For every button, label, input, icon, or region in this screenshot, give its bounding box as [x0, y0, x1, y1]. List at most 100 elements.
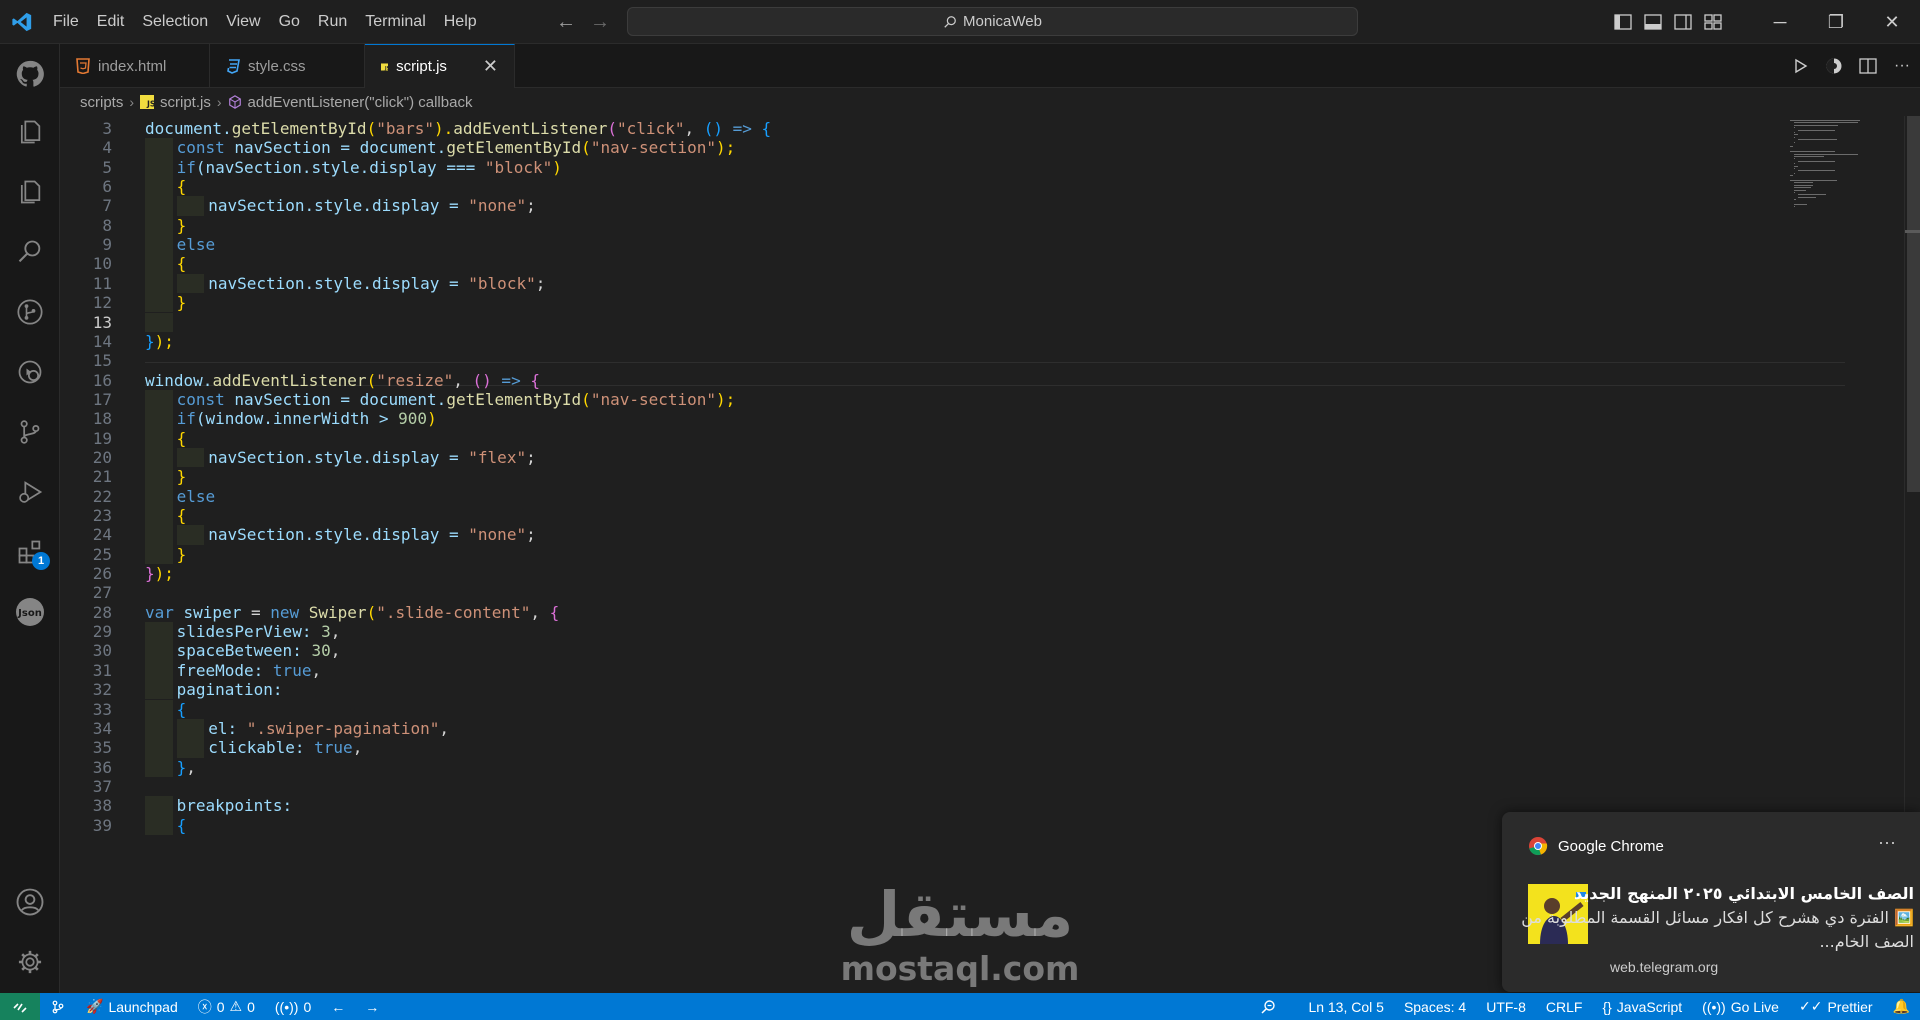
minimap-line: [1794, 199, 1797, 201]
line-number: 36: [92, 757, 112, 777]
go-live-button[interactable]: ((•)) Go Live: [1692, 993, 1789, 1020]
code-text: }: [177, 293, 187, 312]
minimap-line: [1794, 189, 1807, 191]
status-forward-icon[interactable]: →: [355, 993, 389, 1020]
breadcrumb-symbol[interactable]: addEventListener("click") callback: [248, 94, 473, 111]
rocket-icon: 🚀: [86, 998, 104, 1014]
notification-body: الصف الخامس الابتدائي ٢٠٢٥ المنهج الجديد…: [1502, 882, 1914, 954]
code-token: {: [176, 699, 187, 719]
customize-layout-icon[interactable]: [1698, 0, 1728, 44]
menu-terminal[interactable]: Terminal: [356, 7, 434, 37]
settings-gear-icon[interactable]: [0, 934, 60, 990]
indent-guide: [145, 447, 173, 468]
launchpad-label: Launchpad: [108, 998, 178, 1015]
menu-go[interactable]: Go: [270, 7, 309, 37]
line-number: 9: [102, 235, 112, 255]
status-back-icon[interactable]: ←: [321, 993, 355, 1020]
code-token: (: [366, 119, 377, 138]
cursor-position[interactable]: Ln 13, Col 5: [1286, 993, 1394, 1020]
code-token: getElementById: [446, 138, 582, 158]
scrollbar-thumb[interactable]: [1907, 116, 1920, 492]
minimap[interactable]: [1782, 116, 1902, 226]
problems-indicator[interactable]: ⓧ 0 ⚠ 0: [188, 993, 265, 1020]
split-editor-icon[interactable]: [1858, 56, 1878, 76]
tab-label: index.html: [98, 57, 167, 75]
menu-run[interactable]: Run: [309, 7, 356, 37]
github-icon[interactable]: [0, 46, 60, 102]
back-arrow-icon[interactable]: ←: [556, 11, 576, 34]
git-graph-status-icon[interactable]: [40, 993, 76, 1020]
indent-guide: [145, 138, 173, 158]
code-token: {: [176, 177, 187, 197]
command-center-search[interactable]: MonicaWeb: [627, 7, 1358, 36]
line-number: 38: [92, 796, 112, 816]
run-and-debug-icon[interactable]: [0, 464, 60, 520]
prettier-status[interactable]: ✓✓ Prettier: [1789, 993, 1883, 1020]
extensions-icon[interactable]: 1: [0, 524, 60, 580]
indent-guide: [145, 544, 173, 565]
search-icon[interactable]: [0, 224, 60, 280]
language-mode[interactable]: {} JavaScript: [1592, 993, 1692, 1020]
ports-indicator[interactable]: ((•)) 0: [265, 993, 321, 1020]
minimize-window-icon[interactable]: ─: [1752, 0, 1808, 44]
tab-style-css[interactable]: style.css: [210, 44, 365, 88]
toggle-secondary-sidebar-icon[interactable]: [1668, 0, 1698, 44]
menu-file[interactable]: File: [44, 7, 88, 37]
code-token: ;: [535, 273, 546, 293]
indent-guide: [145, 622, 173, 642]
compare-changes-icon[interactable]: [1824, 56, 1844, 76]
close-window-icon[interactable]: ✕: [1864, 0, 1920, 44]
notifications-bell-icon[interactable]: 🔔: [1883, 993, 1920, 1020]
launchpad-button[interactable]: 🚀 Launchpad: [76, 993, 188, 1020]
code-token: {: [761, 119, 772, 138]
go-live-label: Go Live: [1730, 998, 1779, 1015]
breadcrumb-file[interactable]: script.js: [160, 94, 211, 111]
line-number: 37: [92, 776, 112, 796]
git-graph-icon[interactable]: [0, 284, 60, 340]
indent-guide: [176, 447, 205, 468]
encoding-setting[interactable]: UTF-8: [1476, 993, 1536, 1020]
indent-guide: [145, 641, 173, 661]
close-tab-icon[interactable]: ✕: [483, 56, 498, 77]
run-code-play-icon[interactable]: [1790, 56, 1810, 76]
notification-title: الصف الخامس الابتدائي ٢٠٢٥ المنهج الجديد: [1574, 884, 1914, 903]
line-number: 10: [92, 254, 112, 274]
code-text: });: [145, 332, 174, 351]
source-control-icon[interactable]: [0, 404, 60, 460]
toggle-primary-sidebar-icon[interactable]: [1608, 0, 1638, 44]
toggle-panel-icon[interactable]: [1638, 0, 1668, 44]
restore-window-icon[interactable]: ❐: [1808, 0, 1864, 44]
code-token: ,: [311, 660, 322, 680]
forward-arrow-icon[interactable]: →: [590, 11, 610, 34]
menu-selection[interactable]: Selection: [133, 7, 217, 37]
breadcrumb-folder[interactable]: scripts: [80, 94, 123, 111]
code-token: navSection.style.display =: [208, 447, 469, 467]
run-debug-alt-icon[interactable]: [0, 344, 60, 400]
warning-count: 0: [247, 998, 255, 1015]
tab-script-js[interactable]: JS script.js ✕: [365, 44, 515, 88]
menu-help[interactable]: Help: [435, 7, 486, 37]
svg-text:JS: JS: [146, 99, 154, 108]
menu-edit[interactable]: Edit: [88, 7, 134, 37]
title-bar: File Edit Selection View Go Run Terminal…: [0, 0, 1920, 44]
json-icon[interactable]: Json: [0, 584, 60, 640]
tab-index-html[interactable]: index.html: [60, 44, 210, 88]
minimap-line: [1798, 129, 1836, 131]
remote-indicator-icon[interactable]: [0, 993, 40, 1020]
code-token: "none": [468, 525, 527, 545]
minimap-line: [1794, 206, 1796, 208]
indentation-setting[interactable]: Spaces: 4: [1394, 993, 1476, 1020]
code-token: "resize": [376, 370, 454, 390]
notification-more-icon[interactable]: ···: [1878, 832, 1896, 853]
more-actions-icon[interactable]: ···: [1892, 56, 1912, 76]
end-of-line-setting[interactable]: CRLF: [1536, 993, 1593, 1020]
code-token: (: [607, 119, 618, 138]
explorer-alt-icon[interactable]: [0, 164, 60, 220]
zoom-icon[interactable]: [1250, 993, 1286, 1020]
accounts-icon[interactable]: [0, 874, 60, 930]
code-token: ".swiper-pagination": [246, 718, 440, 738]
menu-view[interactable]: View: [217, 7, 269, 37]
chrome-notification[interactable]: Google Chrome ··· الصف الخامس الابتدائي …: [1502, 812, 1920, 992]
explorer-icon[interactable]: [0, 104, 60, 160]
chevron-right-icon: ›: [129, 94, 135, 110]
